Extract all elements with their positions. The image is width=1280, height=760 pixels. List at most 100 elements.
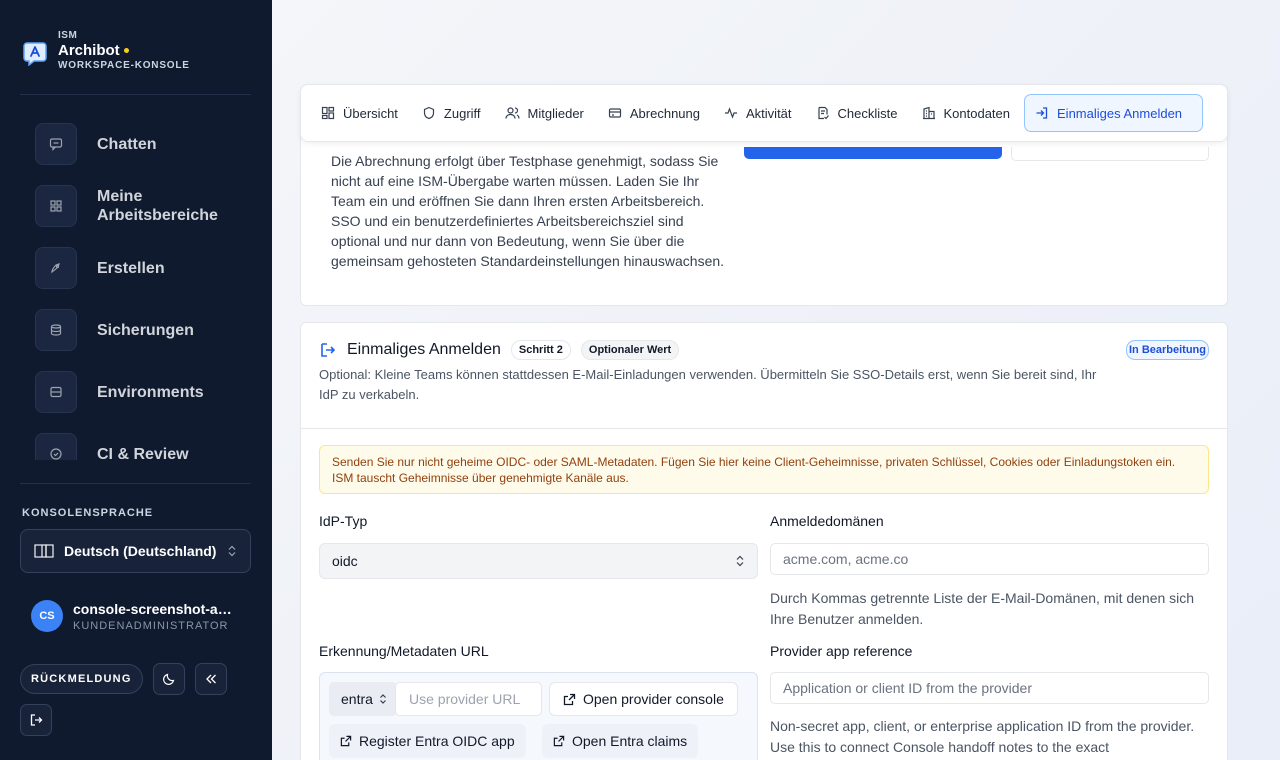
app-reference-input[interactable]: Application or client ID from the provid… bbox=[770, 672, 1209, 704]
section-title: Einmaliges Anmelden bbox=[347, 341, 501, 358]
app-reference-help: Non-secret app, client, or enterprise ap… bbox=[770, 718, 1195, 755]
sso-card: Einmaliges Anmelden Schritt 2 Optionaler… bbox=[300, 322, 1228, 760]
url-group: entra Use provider URL Open provider con… bbox=[319, 672, 758, 760]
archibot-logo-icon bbox=[23, 42, 47, 66]
chevron-updown-icon bbox=[228, 545, 236, 557]
idp-type-label: IdP-Typ bbox=[319, 513, 368, 529]
theme-toggle-button[interactable] bbox=[152, 663, 185, 695]
tab-label: Aktivität bbox=[746, 105, 792, 121]
register-entra-app-button[interactable]: Register Entra OIDC app bbox=[329, 724, 526, 758]
external-link-icon bbox=[553, 735, 565, 747]
app-reference-label: Provider app reference bbox=[770, 643, 913, 659]
moon-icon bbox=[162, 673, 174, 685]
tab-label: Zugriff bbox=[443, 105, 481, 121]
sidebar-item-label: Erstellen bbox=[97, 259, 165, 277]
login-icon bbox=[1036, 107, 1048, 119]
sidebar-item-environments[interactable]: Environments bbox=[20, 361, 252, 423]
status-badge: In Bearbeitung bbox=[1125, 340, 1209, 360]
domains-input[interactable]: acme.com, acme.co bbox=[770, 543, 1209, 575]
user-role: KUNDENADMINISTRATOR bbox=[73, 619, 229, 632]
language-label: KONSOLENSPRACHE bbox=[22, 507, 154, 519]
secondary-action-button[interactable] bbox=[1011, 147, 1209, 161]
server-icon bbox=[35, 371, 77, 413]
grid-icon bbox=[35, 185, 77, 227]
chevron-updown-icon bbox=[379, 694, 386, 704]
button-label: Open provider console bbox=[583, 691, 724, 707]
checklist-icon bbox=[817, 106, 829, 120]
tab-label: Abrechnung bbox=[629, 105, 701, 121]
open-entra-claims-button[interactable]: Open Entra claims bbox=[542, 724, 699, 758]
tab-bar: Übersicht Zugriff Mitglieder Abrechnung … bbox=[300, 84, 1228, 142]
tab-label: Einmaliges Anmelden bbox=[1057, 105, 1183, 121]
url-label: Erkennung/Metadaten URL bbox=[319, 643, 489, 659]
sidebar-divider bbox=[20, 94, 251, 95]
step-badge: Schritt 2 bbox=[510, 340, 571, 360]
tab-zugriff[interactable]: Zugriff bbox=[412, 94, 491, 132]
status-dot bbox=[123, 48, 129, 53]
primary-action-button[interactable] bbox=[744, 147, 1002, 159]
metadata-url-input[interactable]: Use provider URL bbox=[395, 682, 542, 716]
tab-checkliste[interactable]: Checkliste bbox=[806, 94, 908, 132]
tab-uebersicht[interactable]: Übersicht bbox=[311, 94, 408, 132]
collapse-sidebar-button[interactable] bbox=[194, 663, 227, 695]
avatar: CS bbox=[31, 600, 63, 632]
sidebar-footer: RÜCKMELDUNG bbox=[20, 663, 227, 695]
main-content: Die Abrechnung erfolgt über Testphase ge… bbox=[272, 0, 1280, 760]
card-icon bbox=[608, 108, 621, 118]
sso-header: Einmaliges Anmelden Schritt 2 Optionaler… bbox=[319, 340, 680, 360]
domains-label: Anmeldedomänen bbox=[770, 513, 884, 529]
sidebar-item-label: Sicherungen bbox=[97, 321, 194, 339]
logout-button[interactable] bbox=[20, 704, 52, 736]
tab-label: Mitglieder bbox=[527, 105, 584, 121]
sidebar-item-sicherungen[interactable]: Sicherungen bbox=[20, 299, 252, 361]
sidebar-item-label: Meine Arbeitsbereiche bbox=[97, 188, 218, 224]
rocket-icon bbox=[35, 247, 77, 289]
tab-abrechnung[interactable]: Abrechnung bbox=[598, 94, 710, 132]
external-link-icon bbox=[563, 693, 576, 705]
section-description: Optional: Kleine Teams können stattdesse… bbox=[319, 367, 1097, 402]
section-divider bbox=[301, 428, 1227, 429]
feedback-button[interactable]: RÜCKMELDUNG bbox=[20, 664, 143, 694]
chevron-updown-icon bbox=[736, 555, 744, 567]
users-icon bbox=[504, 107, 520, 119]
sidebar-item-label: Environments bbox=[97, 383, 204, 401]
activity-icon bbox=[725, 107, 738, 119]
brand-subtitle: WORKSPACE-KONSOLE bbox=[58, 60, 190, 71]
sidebar-item-chatten[interactable]: Chatten bbox=[20, 113, 252, 175]
provider-select[interactable]: entra bbox=[329, 682, 397, 716]
idp-type-select[interactable]: oidc bbox=[319, 543, 758, 579]
sidebar-item-erstellen[interactable]: Erstellen bbox=[20, 237, 252, 299]
external-link-icon bbox=[340, 735, 352, 747]
brand-name: Archibot bbox=[58, 42, 120, 59]
language-select[interactable]: Deutsch (Deutschland) bbox=[20, 529, 251, 573]
building-icon bbox=[922, 106, 935, 120]
logout-icon bbox=[30, 714, 43, 726]
tab-kontodaten[interactable]: Kontodaten bbox=[912, 94, 1021, 132]
optional-badge: Optionaler Wert bbox=[580, 340, 680, 360]
language-value: Deutsch (Deutschland) bbox=[64, 543, 217, 559]
user-profile[interactable]: CS console-screenshot-admin KUNDENADMINI… bbox=[31, 600, 238, 632]
intro-card: Die Abrechnung erfolgt über Testphase ge… bbox=[300, 120, 1228, 306]
tab-aktivitaet[interactable]: Aktivität bbox=[714, 94, 802, 132]
open-provider-console-button[interactable]: Open provider console bbox=[549, 682, 738, 716]
book-icon bbox=[34, 544, 54, 558]
brand[interactable]: ISM Archibot WORKSPACE-KONSOLE bbox=[22, 30, 190, 71]
warning-banner: Senden Sie nur nicht geheime OIDC- oder … bbox=[319, 445, 1209, 494]
tab-label: Checkliste bbox=[837, 105, 898, 121]
intro-text: Die Abrechnung erfolgt über Testphase ge… bbox=[331, 153, 725, 269]
shield-icon bbox=[423, 106, 435, 120]
tab-mitglieder[interactable]: Mitglieder bbox=[495, 94, 594, 132]
user-name: console-screenshot-admin bbox=[73, 600, 238, 617]
button-label: Open Entra claims bbox=[572, 733, 688, 749]
tab-einmaliges-anmelden[interactable]: Einmaliges Anmelden bbox=[1024, 94, 1204, 132]
sidebar-item-ci-review[interactable]: CI & Review bbox=[20, 423, 252, 460]
sidebar-item-label: CI & Review bbox=[97, 445, 189, 461]
domains-help: Durch Kommas getrennte Liste der E-Mail-… bbox=[770, 590, 1195, 627]
database-icon bbox=[35, 309, 77, 351]
button-label: Register Entra OIDC app bbox=[359, 733, 515, 749]
sidebar-item-label: Chatten bbox=[97, 135, 157, 153]
sidebar-divider bbox=[20, 483, 251, 484]
sidebar-item-arbeitsbereiche[interactable]: Meine Arbeitsbereiche bbox=[20, 175, 252, 237]
tab-label: Übersicht bbox=[343, 105, 398, 121]
check-circle-icon bbox=[35, 433, 77, 460]
